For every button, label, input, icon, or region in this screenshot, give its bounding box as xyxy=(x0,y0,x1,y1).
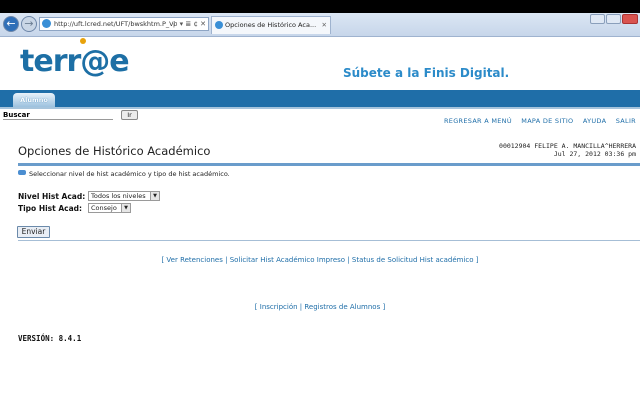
version-label: VERSIÓN: 8.4.1 xyxy=(18,334,82,343)
address-bar[interactable]: http://uft.lcred.net/UFT/bwskhtm.P_Vi ρ … xyxy=(39,17,209,31)
browser-tab[interactable]: Opciones de Histórico Aca... ✕ xyxy=(211,16,331,34)
main-tab-bar: Alumno xyxy=(0,90,640,107)
info-message: Seleccionar nivel de hist académico y ti… xyxy=(18,170,230,178)
nivel-select[interactable]: Todos los niveles ▼ xyxy=(88,191,160,201)
search-go-button[interactable]: Ir xyxy=(121,110,138,120)
user-id-name: 00012904 FELIPE A. MANCILLA^HERRERA xyxy=(499,142,636,150)
window-controls xyxy=(589,14,638,24)
chevron-down-icon: ▼ xyxy=(150,192,159,200)
link-salir[interactable]: SALIR xyxy=(616,117,636,125)
bracket-open: [ xyxy=(254,303,258,311)
date-time: Jul 27, 2012 03:36 pm xyxy=(553,150,636,158)
minimize-icon[interactable] xyxy=(590,14,605,24)
tipo-label: Tipo Hist Acad: xyxy=(18,204,83,213)
logo-dot-icon xyxy=(80,38,86,44)
enviar-button[interactable]: Enviar xyxy=(17,226,50,238)
form-divider xyxy=(18,240,640,241)
link-registros-alumnos[interactable]: Registros de Alumnos xyxy=(304,303,380,311)
address-controls[interactable]: ρ ▾ ≣ ¢ ✕ xyxy=(173,18,206,30)
nivel-select-value: Todos los niveles xyxy=(91,192,146,200)
logo-text: terr@e xyxy=(20,44,130,79)
user-info: 00012904 FELIPE A. MANCILLA^HERRERA Jul … xyxy=(499,142,636,158)
terrae-logo: terr@e xyxy=(20,38,130,79)
tipo-select-value: Consejo xyxy=(91,204,117,212)
separator: | xyxy=(299,303,303,311)
back-arrow-icon[interactable]: ← xyxy=(3,16,19,32)
bracket-close: ] xyxy=(475,256,479,264)
close-window-icon[interactable] xyxy=(622,14,638,24)
tab-close-icon[interactable]: ✕ xyxy=(322,17,327,34)
link-mapa-sitio[interactable]: MAPA DE SITIO xyxy=(521,117,573,125)
info-text: Seleccionar nivel de hist académico y ti… xyxy=(29,170,230,178)
browser-logo-icon xyxy=(42,19,51,28)
separator: | xyxy=(347,256,350,264)
tipo-select[interactable]: Consejo ▼ xyxy=(88,203,131,213)
separator: | xyxy=(225,256,228,264)
nivel-label: Nivel Hist Acad: xyxy=(18,192,86,201)
search-label: Buscar xyxy=(3,111,30,119)
slogan: Súbete a la Finis Digital. xyxy=(343,66,510,80)
window-top-bar xyxy=(0,0,640,13)
tab-divider xyxy=(0,107,640,109)
chevron-down-icon: ▼ xyxy=(121,204,130,212)
page-favicon-icon xyxy=(215,21,223,29)
address-url: http://uft.lcred.net/UFT/bwskhtm.P_Vi xyxy=(54,20,176,28)
page-title: Opciones de Histórico Académico xyxy=(18,144,211,158)
links-row-2: [ Inscripción | Registros de Alumnos ] xyxy=(0,303,640,311)
title-divider xyxy=(18,163,640,166)
maximize-icon[interactable] xyxy=(606,14,621,24)
bracket-open: [ xyxy=(161,256,165,264)
top-links: REGRESAR A MENÚ MAPA DE SITIO AYUDA SALI… xyxy=(437,117,636,125)
link-regresar-menu[interactable]: REGRESAR A MENÚ xyxy=(444,117,512,125)
link-inscripcion[interactable]: Inscripción xyxy=(260,303,298,311)
link-status-solicitud[interactable]: Status de Solicitud Hist académico xyxy=(352,256,474,264)
link-ayuda[interactable]: AYUDA xyxy=(583,117,607,125)
link-solicitar-hist-impreso[interactable]: Solicitar Hist Académico Impreso xyxy=(230,256,345,264)
browser-tab-title: Opciones de Histórico Aca... xyxy=(225,21,317,29)
tab-alumno[interactable]: Alumno xyxy=(13,93,55,107)
browser-toolbar: ← → http://uft.lcred.net/UFT/bwskhtm.P_V… xyxy=(0,13,640,37)
link-ver-retenciones[interactable]: Ver Retenciones xyxy=(166,256,222,264)
info-pin-icon xyxy=(18,170,26,175)
bracket-close: ] xyxy=(382,303,386,311)
links-row-1: [ Ver Retenciones | Solicitar Hist Acadé… xyxy=(0,256,640,264)
forward-arrow-icon[interactable]: → xyxy=(21,16,37,32)
search-input[interactable] xyxy=(3,119,113,122)
